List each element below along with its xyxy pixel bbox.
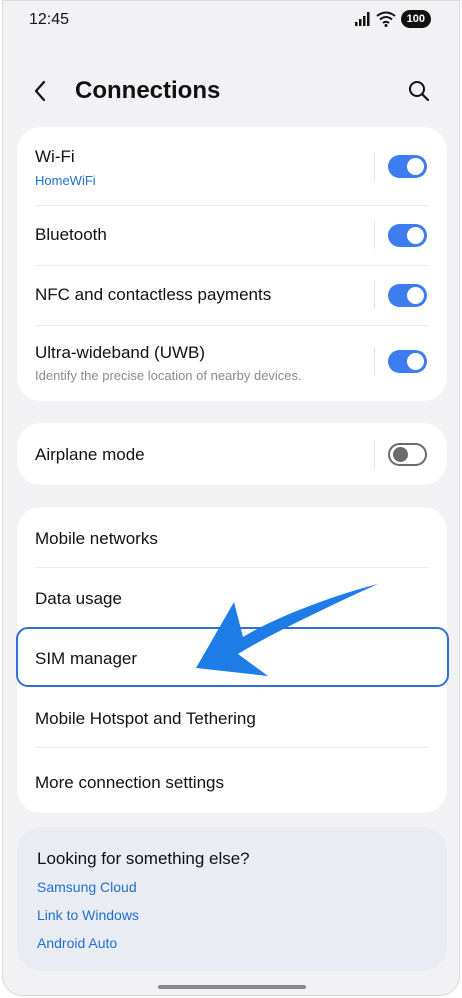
app-header: Connections xyxy=(3,61,459,121)
search-icon[interactable] xyxy=(407,79,431,103)
menu-item-mobile-networks[interactable]: Mobile networks xyxy=(17,507,447,567)
nfc-label: NFC and contactless payments xyxy=(35,285,272,304)
link-to-windows[interactable]: Link to Windows xyxy=(37,907,139,923)
nfc-toggle[interactable] xyxy=(388,284,427,307)
menu-item-sim-manager[interactable]: SIM manager xyxy=(17,627,447,687)
airplane-label: Airplane mode xyxy=(35,445,145,464)
battery-badge: 100 xyxy=(400,10,431,28)
bluetooth-toggle[interactable] xyxy=(388,224,427,247)
phone-screen: 12:45 100 Connections Wi-Fi HomeWiFi Blu… xyxy=(2,0,460,996)
link-android-auto[interactable]: Android Auto xyxy=(37,935,117,951)
menu-item-label: Data usage xyxy=(35,589,122,608)
menu-item-label: Mobile Hotspot and Tethering xyxy=(35,709,256,728)
row-separator xyxy=(374,152,375,180)
connections-menu-card: Mobile networks Data usage SIM manager M… xyxy=(17,507,447,813)
menu-item-more-connection-settings[interactable]: More connection settings xyxy=(17,747,447,813)
airplane-row[interactable]: Airplane mode xyxy=(17,423,447,485)
suggestions-heading: Looking for something else? xyxy=(37,849,250,868)
nfc-row[interactable]: NFC and contactless payments xyxy=(17,265,447,325)
status-bar: 12:45 100 xyxy=(3,1,459,41)
row-separator xyxy=(374,281,375,309)
page-title: Connections xyxy=(75,77,221,104)
status-time: 12:45 xyxy=(29,11,70,28)
menu-item-label: Mobile networks xyxy=(35,529,158,548)
uwb-toggle[interactable] xyxy=(388,350,427,373)
uwb-row[interactable]: Ultra-wideband (UWB) Identify the precis… xyxy=(17,325,447,401)
menu-item-label: SIM manager xyxy=(35,649,138,668)
link-samsung-cloud[interactable]: Samsung Cloud xyxy=(37,879,137,895)
back-icon[interactable] xyxy=(29,79,53,103)
airplane-card: Airplane mode xyxy=(17,423,447,485)
row-separator xyxy=(374,440,375,468)
wifi-row[interactable]: Wi-Fi HomeWiFi xyxy=(17,127,447,205)
bluetooth-row[interactable]: Bluetooth xyxy=(17,205,447,265)
home-indicator xyxy=(158,985,306,989)
wifi-toggle[interactable] xyxy=(388,155,427,178)
menu-item-data-usage[interactable]: Data usage xyxy=(17,567,447,627)
menu-item-label: More connection settings xyxy=(35,773,224,792)
wifi-network-name: HomeWiFi xyxy=(35,173,96,188)
row-separator xyxy=(374,347,375,375)
airplane-toggle[interactable] xyxy=(388,443,427,466)
signal-icon xyxy=(354,12,370,26)
suggestions-card: Looking for something else? Samsung Clou… xyxy=(17,827,447,971)
uwb-label: Ultra-wideband (UWB) xyxy=(35,343,206,362)
row-separator xyxy=(374,221,375,249)
uwb-description: Identify the precise location of nearby … xyxy=(35,368,302,383)
bluetooth-label: Bluetooth xyxy=(35,225,107,244)
wifi-icon xyxy=(376,11,396,27)
wifi-label: Wi-Fi xyxy=(35,147,75,166)
connections-toggles-card: Wi-Fi HomeWiFi Bluetooth NFC and contact… xyxy=(17,127,447,401)
status-icons: 100 xyxy=(354,10,431,28)
menu-item-hotspot-tethering[interactable]: Mobile Hotspot and Tethering xyxy=(17,687,447,747)
